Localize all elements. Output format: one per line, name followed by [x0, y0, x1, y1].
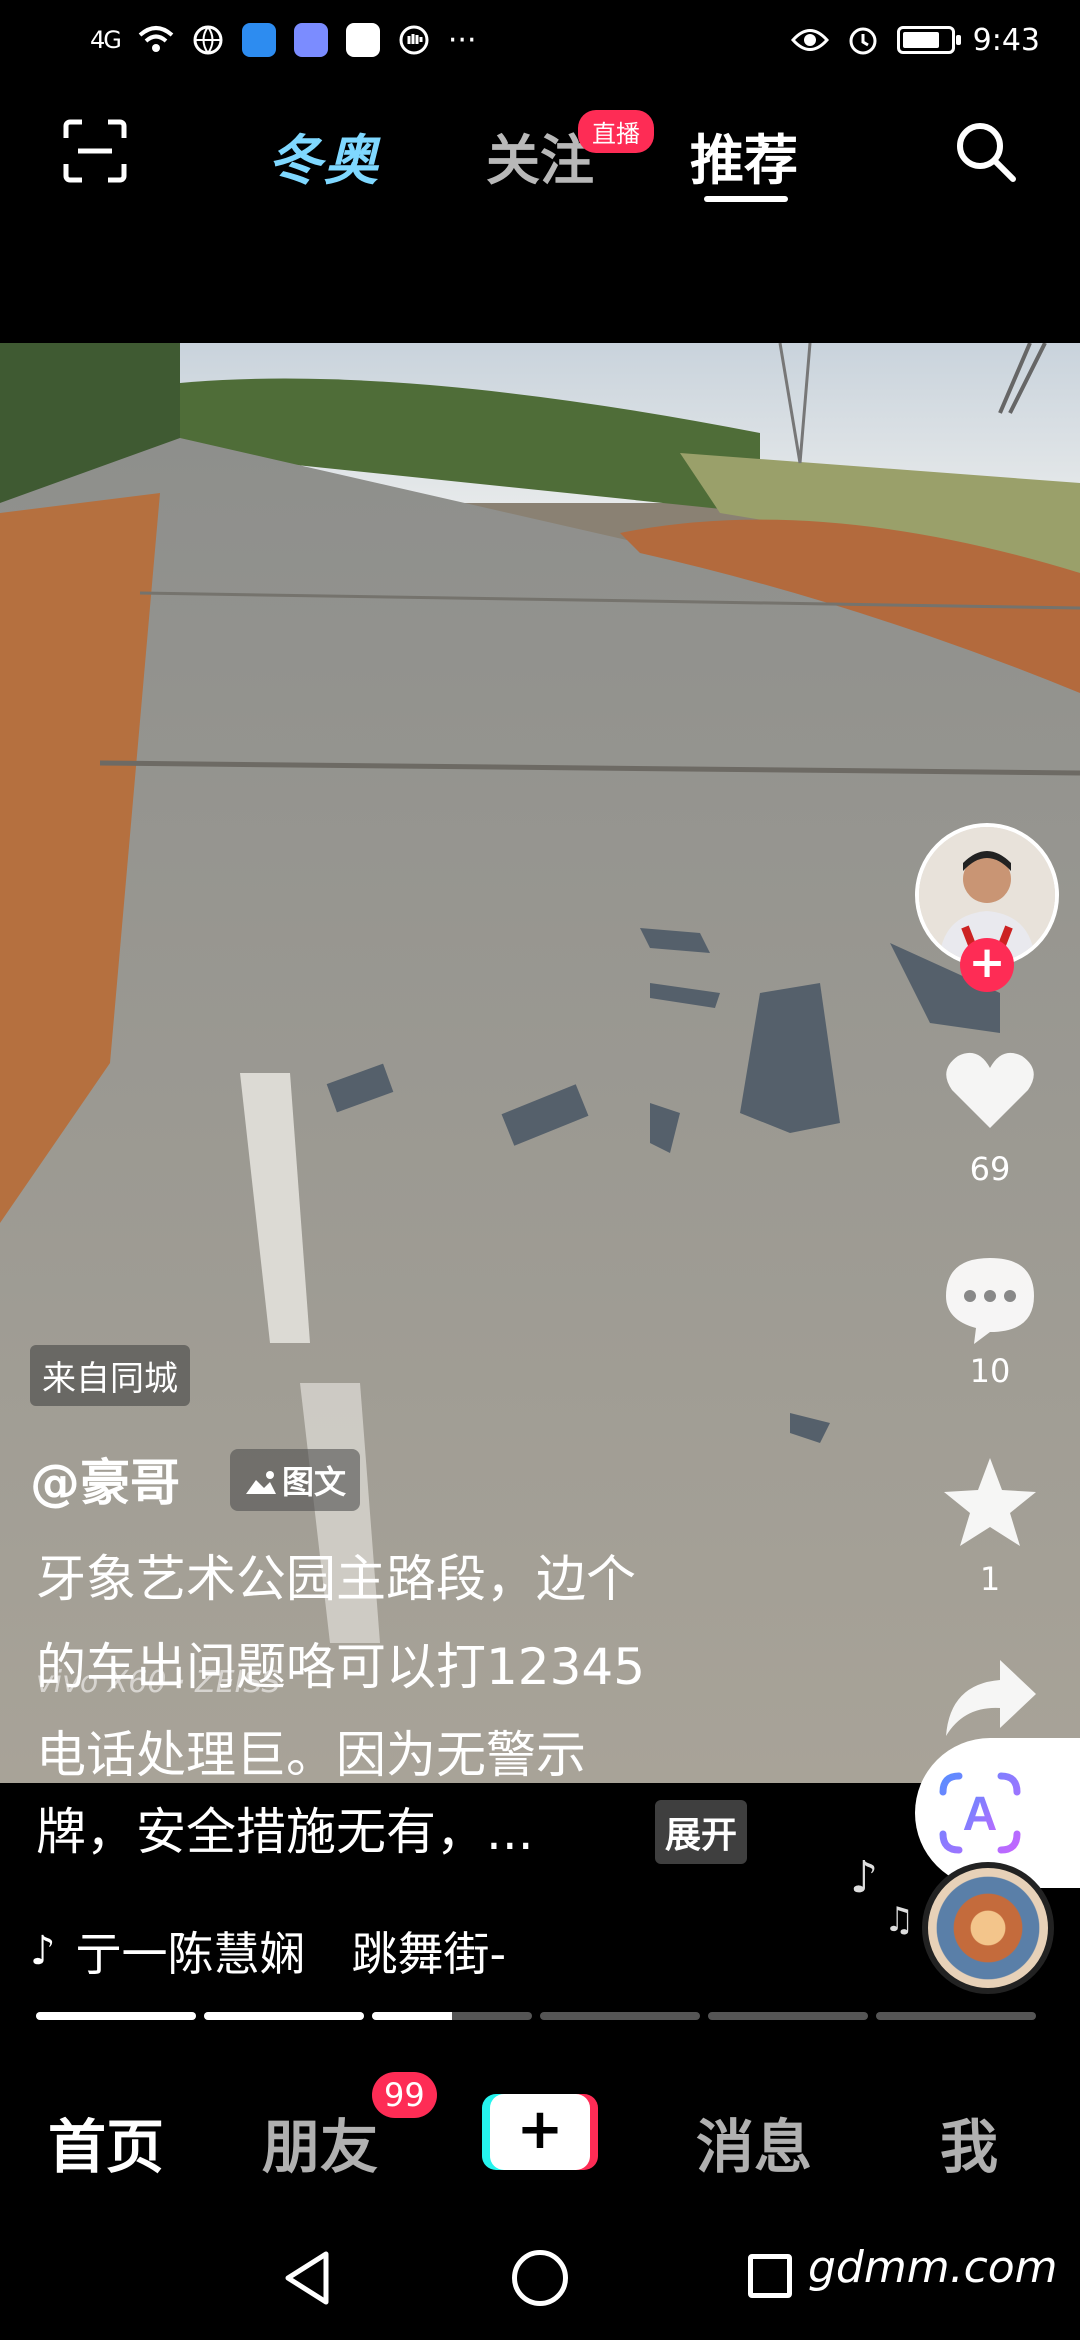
- progress-segment-fill: [36, 2012, 196, 2020]
- create-plus-icon: +: [490, 2094, 590, 2170]
- battery-icon: [896, 26, 961, 54]
- live-badge: 直播: [578, 110, 654, 153]
- music-disc[interactable]: [922, 1862, 1054, 1994]
- tab-home[interactable]: 首页: [48, 2100, 164, 2184]
- image-progress: [36, 2012, 1036, 2020]
- progress-segment: [540, 2012, 700, 2020]
- caption-line-2: 的车出问题咯可以打12345: [36, 1638, 646, 1696]
- progress-segment: [876, 2012, 1036, 2020]
- recent-apps-icon[interactable]: [748, 2254, 792, 2298]
- eye-icon: [790, 29, 829, 51]
- signal-icon: 4G: [90, 26, 122, 54]
- tab-me[interactable]: 我: [940, 2100, 998, 2184]
- caption-line-4: 牌，安全措施无有，...: [36, 1803, 534, 1861]
- wifi-icon: [138, 26, 174, 52]
- music-icon: ♪: [30, 1928, 56, 1974]
- weather-app-icon: [241, 23, 276, 57]
- progress-segment-fill: [372, 2012, 452, 2020]
- star-icon[interactable]: [940, 1452, 1040, 1552]
- caption-line-3: 电话处理巨。因为无警示: [36, 1726, 586, 1784]
- post-type-tag: 图文: [230, 1449, 361, 1511]
- music-note-icon: ♪: [850, 1852, 879, 1903]
- music-title: 亍一陈慧娴 跳舞街-: [75, 1927, 507, 1981]
- home-icon[interactable]: [512, 2250, 568, 2306]
- ai-assistant-icon: A: [939, 1772, 1021, 1854]
- comment-count: 10: [969, 1352, 1011, 1390]
- maps-app-icon: [345, 23, 380, 57]
- post-type-label: 图文: [282, 1463, 347, 1501]
- author-name[interactable]: @豪哥: [30, 1443, 180, 1515]
- active-tab-indicator: [704, 196, 788, 202]
- progress-segment: [372, 2012, 532, 2020]
- location-tag[interactable]: 来自同城: [30, 1345, 190, 1406]
- site-watermark: gdmm.com: [808, 2242, 1058, 2293]
- comment-icon[interactable]: [940, 1248, 1040, 1348]
- progress-segment: [36, 2012, 196, 2020]
- tab-winter-olympics[interactable]: 冬奥: [268, 116, 380, 195]
- friends-badge: 99: [372, 2072, 437, 2118]
- alarm-icon: [849, 27, 877, 55]
- globe-icon: [193, 25, 223, 55]
- create-button[interactable]: +: [482, 2094, 598, 2170]
- tab-recommended[interactable]: 推荐: [690, 116, 798, 195]
- status-right: 9:43: [790, 22, 1040, 58]
- image-icon: [246, 1471, 276, 1494]
- search-icon[interactable]: [952, 118, 1018, 184]
- music-note-icon-2: ♫: [884, 1900, 915, 1940]
- scan-icon[interactable]: [62, 118, 128, 184]
- like-count: 69: [969, 1150, 1011, 1188]
- tab-friends[interactable]: 朋友: [262, 2100, 378, 2184]
- clock: 9:43: [972, 22, 1040, 58]
- favorite-count: 1: [979, 1560, 1001, 1598]
- system-nav: gdmm.com: [0, 2220, 1080, 2340]
- hand-icon: [399, 25, 429, 55]
- back-icon[interactable]: [282, 2250, 332, 2306]
- heart-icon[interactable]: [940, 1040, 1040, 1140]
- tab-messages[interactable]: 消息: [696, 2100, 812, 2184]
- status-bar: 4G ··· 9:43: [0, 0, 1080, 80]
- bottom-nav: 首页 朋友 99 + 消息 我: [0, 2072, 1080, 2190]
- expand-caption-button[interactable]: 展开: [655, 1800, 748, 1864]
- progress-segment-fill: [204, 2012, 364, 2020]
- share-icon[interactable]: [940, 1650, 1040, 1750]
- top-nav: 冬奥 关注 直播 推荐: [0, 80, 1080, 220]
- status-left: 4G ···: [90, 23, 476, 58]
- caption-line-1: 牙象艺术公园主路段，边个: [36, 1550, 636, 1608]
- ai-assistant-letter: A: [963, 1788, 998, 1841]
- music-info[interactable]: ♪ 亍一陈慧娴 跳舞街-: [30, 1918, 506, 1984]
- post-caption: 牙象艺术公园主路段，边个 的车出问题咯可以打12345 电话处理巨。因为无警示: [36, 1535, 776, 1799]
- music-app-icon: [293, 23, 328, 57]
- progress-segment: [204, 2012, 364, 2020]
- progress-segment: [708, 2012, 868, 2020]
- more-notifications-icon: ···: [447, 22, 477, 58]
- follow-author-button[interactable]: +: [960, 938, 1014, 992]
